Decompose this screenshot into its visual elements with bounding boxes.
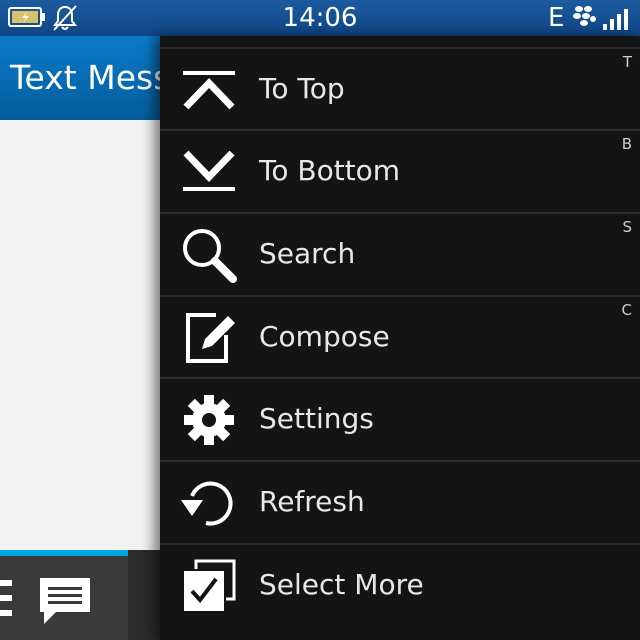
message-bubble-icon	[38, 576, 92, 630]
menu-item-compose[interactable]: Compose C	[160, 295, 640, 377]
shortcut-key: T	[622, 53, 632, 71]
refresh-icon	[180, 474, 238, 532]
menu-item-label: Select More	[259, 568, 424, 601]
blackberry-messenger-icon	[572, 4, 596, 34]
list-icon	[0, 578, 14, 626]
status-time: 14:06	[282, 3, 358, 33]
status-bar: 14:06 E	[0, 0, 640, 36]
tab-selection-indicator	[0, 550, 128, 556]
to-top-icon	[180, 61, 238, 119]
menu-item-label: Search	[259, 237, 356, 270]
shortcut-key: B	[621, 135, 632, 153]
compose-icon	[180, 309, 238, 367]
menu-item-label: To Top	[259, 72, 345, 105]
shortcut-key: C	[621, 301, 632, 319]
menu-item-to-bottom[interactable]: To Bottom B	[160, 129, 640, 211]
menu-item-select-more[interactable]: Select More	[160, 543, 640, 625]
to-bottom-icon	[180, 143, 238, 201]
tab-messages[interactable]	[0, 556, 128, 640]
select-more-icon	[180, 557, 238, 615]
shortcut-key: S	[622, 218, 632, 236]
network-type-label: E	[548, 3, 565, 33]
gear-icon	[180, 391, 238, 449]
signal-strength-icon	[602, 4, 634, 36]
menu-item-refresh[interactable]: Refresh	[160, 460, 640, 542]
overflow-menu: To Top T To Bottom B Search S Compose C …	[160, 36, 640, 640]
menu-item-settings[interactable]: Settings	[160, 377, 640, 459]
search-icon	[180, 226, 238, 284]
menu-item-label: Settings	[259, 402, 374, 435]
menu-item-label: To Bottom	[259, 154, 401, 187]
menu-item-label: Compose	[259, 320, 390, 353]
menu-item-search[interactable]: Search S	[160, 212, 640, 294]
menu-item-to-top[interactable]: To Top T	[160, 47, 640, 129]
menu-item-label: Refresh	[259, 485, 365, 518]
